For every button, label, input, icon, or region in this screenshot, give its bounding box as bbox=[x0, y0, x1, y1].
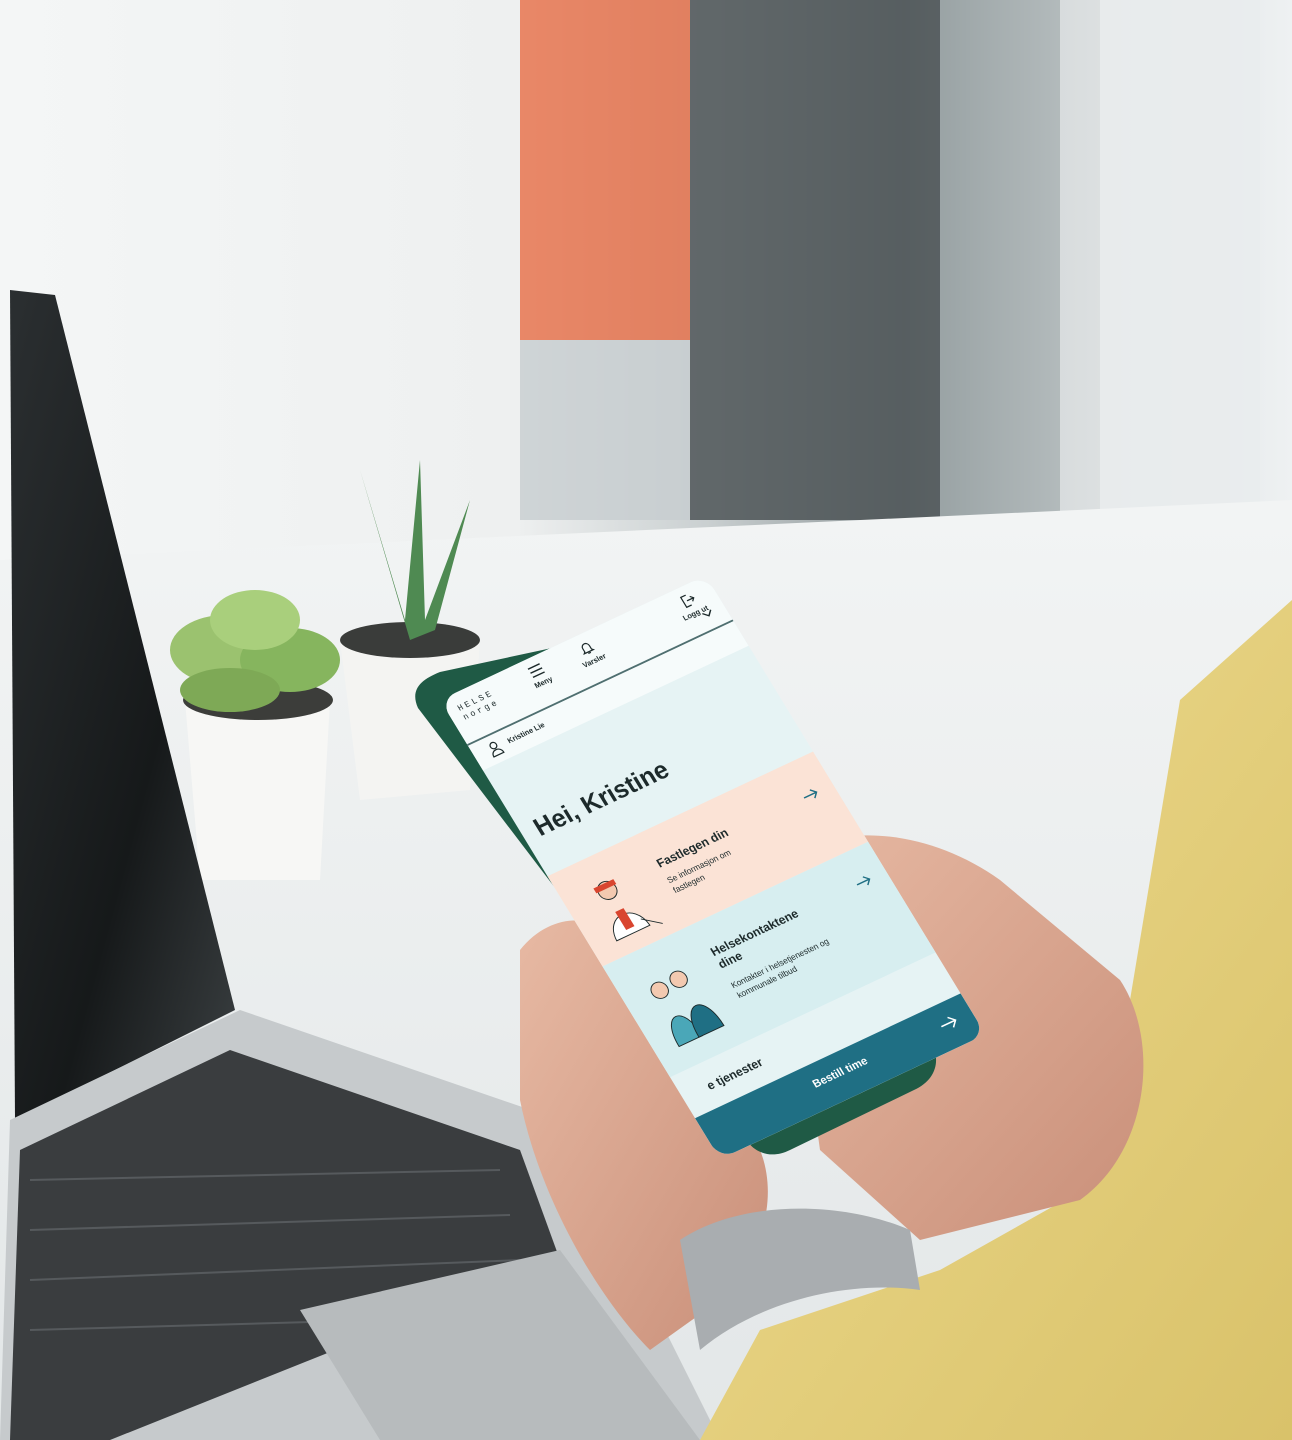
user-icon bbox=[489, 741, 505, 758]
user-name: Kristine Lie bbox=[505, 720, 547, 746]
arrow-right-icon bbox=[856, 876, 871, 886]
helsenorge-logo[interactable]: HELSE norge bbox=[456, 689, 502, 723]
services-heading: e tjenester bbox=[703, 1054, 766, 1093]
doctor-illustration-icon bbox=[593, 879, 663, 942]
arrow-right-icon bbox=[940, 1016, 957, 1028]
arrow-right-icon bbox=[803, 789, 818, 799]
cta-label: Bestill time bbox=[809, 1054, 871, 1091]
